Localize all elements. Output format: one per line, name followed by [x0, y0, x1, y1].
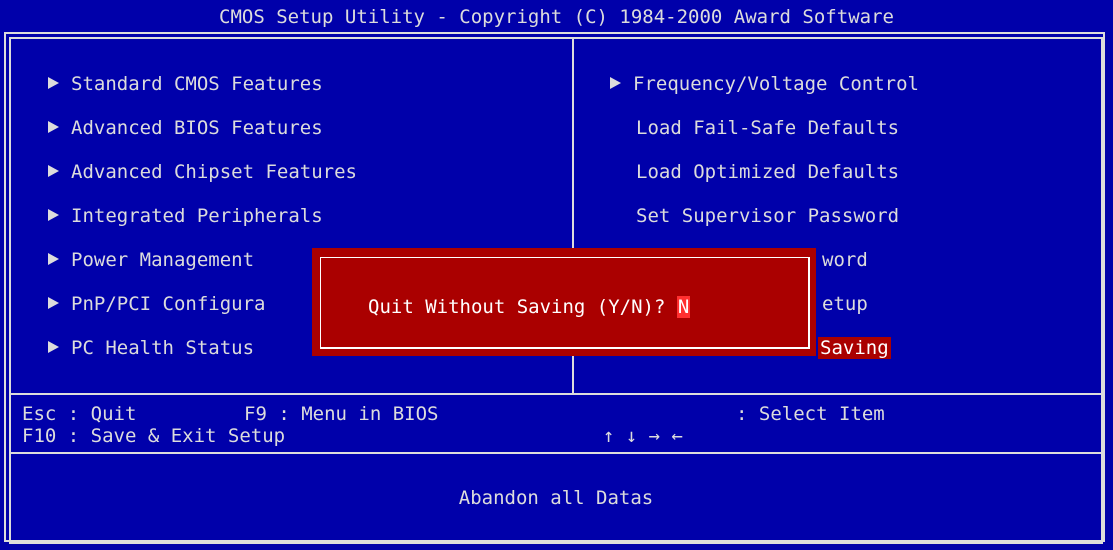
submenu-arrow-icon — [48, 252, 59, 265]
menu-item-power-management[interactable]: Power Management — [48, 246, 254, 274]
status-divider — [9, 452, 1103, 454]
quit-dialog-prompt: Quit Without Saving (Y/N)? N — [368, 296, 691, 318]
menu-item-pnp-pci[interactable]: PnP/PCI Configura — [48, 290, 265, 318]
help-f9: F9 : Menu in BIOS — [244, 403, 439, 425]
submenu-arrow-icon — [48, 208, 59, 221]
window-title: CMOS Setup Utility - Copyright (C) 1984-… — [219, 6, 894, 28]
help-arrows: ↑ ↓ → ← — [580, 403, 683, 447]
submenu-arrow-icon — [48, 296, 59, 309]
menu-item-advanced-bios[interactable]: Advanced BIOS Features — [48, 114, 323, 142]
submenu-arrow-icon — [48, 340, 59, 353]
menu-item-advanced-chipset[interactable]: Advanced Chipset Features — [48, 158, 357, 186]
menu-item-pc-health[interactable]: PC Health Status — [48, 334, 254, 362]
menu-item-load-optimized[interactable]: Load Optimized Defaults — [636, 158, 899, 186]
menu-item-standard-cmos[interactable]: Standard CMOS Features — [48, 70, 323, 98]
menu-item-integrated-peripherals[interactable]: Integrated Peripherals — [48, 202, 323, 230]
submenu-arrow-icon — [48, 164, 59, 177]
menu-item-load-fail-safe[interactable]: Load Fail-Safe Defaults — [636, 114, 899, 142]
menu-item-set-supervisor-password[interactable]: Set Supervisor Password — [636, 202, 899, 230]
help-select: : Select Item — [736, 403, 885, 425]
status-line: Abandon all Datas — [458, 487, 654, 509]
submenu-arrow-icon — [48, 120, 59, 133]
confirm-input[interactable]: N — [676, 296, 691, 318]
menu-item-frequency-voltage[interactable]: Frequency/Voltage Control — [610, 70, 919, 98]
help-esc: Esc : Quit — [22, 403, 137, 425]
menu-item-exit-without-saving[interactable]: Saving — [818, 334, 891, 362]
help-f10: F10 : Save & Exit Setup — [22, 425, 286, 447]
arrow-keys-icon: ↑ ↓ → ← — [602, 425, 683, 447]
submenu-arrow-icon — [48, 76, 59, 89]
menu-item-save-exit-setup[interactable]: etup — [822, 290, 868, 318]
help-divider — [9, 393, 1103, 395]
submenu-arrow-icon — [610, 76, 621, 89]
menu-item-set-user-password[interactable]: word — [822, 246, 868, 274]
